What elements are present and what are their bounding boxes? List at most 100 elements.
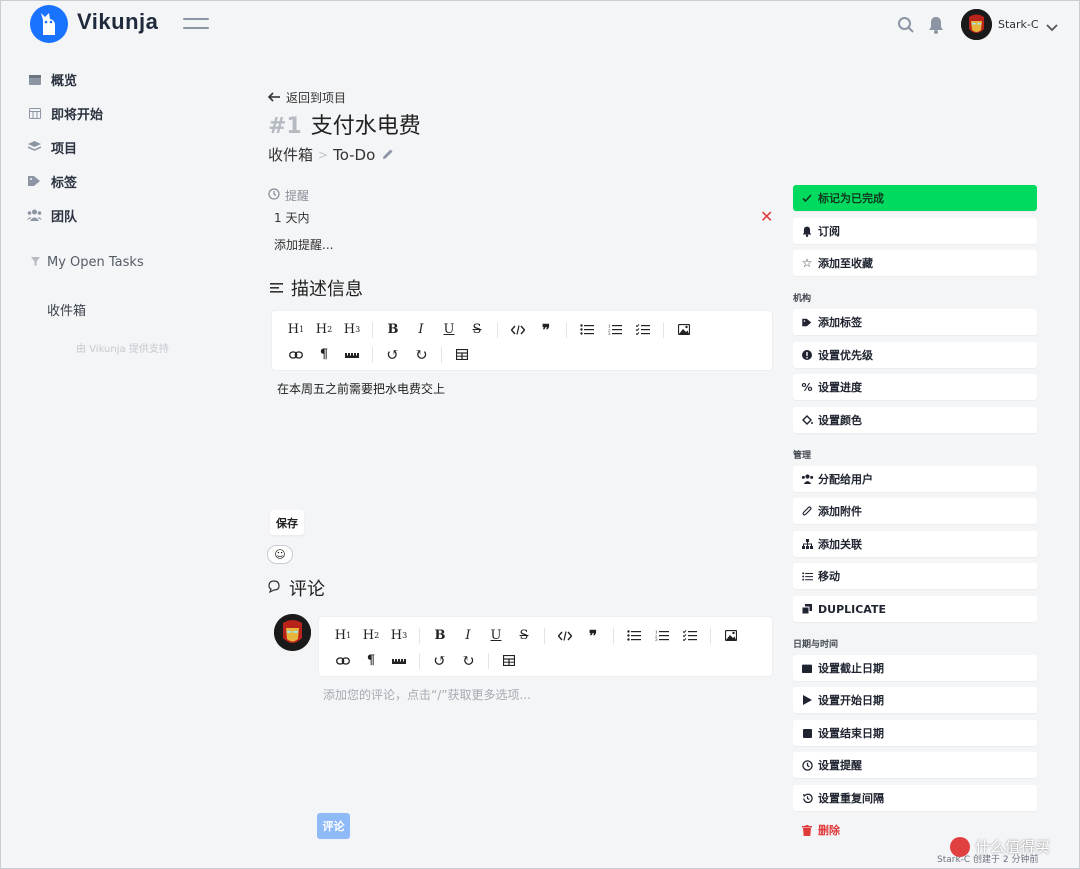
assign-users-button[interactable]: 分配给用户 [793,466,1037,492]
emoji-reaction-icon[interactable]: ☺ [267,545,293,564]
move-button[interactable]: 移动 [793,563,1037,589]
bell-icon[interactable] [928,16,946,34]
task-list-icon[interactable] [676,625,704,647]
breadcrumb-bucket[interactable]: To-Do [333,146,375,164]
set-color-button[interactable]: 设置颜色 [793,407,1037,433]
comment-submit-button[interactable]: 评论 [317,813,350,839]
ruler-icon[interactable] [338,344,366,366]
description-content[interactable]: 在本周五之前需要把水电费交上 [277,380,445,397]
code-icon[interactable] [551,625,579,647]
subscribe-label: 订阅 [818,225,840,238]
add-attachment-button[interactable]: 添加附件 [793,498,1037,524]
strikethrough-button[interactable]: S [463,319,491,341]
comment-input[interactable]: 添加您的评论，点击“/”获取更多选项... [323,686,531,703]
underline-button[interactable]: U [435,319,463,341]
link-icon[interactable] [282,344,310,366]
pencil-icon[interactable] [382,146,394,164]
paragraph-icon[interactable]: ¶ [357,650,385,672]
breadcrumb: 收件箱 > To-Do [268,144,394,165]
heading3-button[interactable]: H3 [338,319,366,341]
app-name[interactable]: Vikunja [77,9,158,35]
search-icon[interactable] [897,16,915,34]
add-reminder-link[interactable]: 添加提醒... [274,236,333,253]
redo-icon[interactable]: ↻ [407,344,435,366]
undo-icon[interactable]: ↺ [426,650,454,672]
set-due-date-button[interactable]: 设置截止日期 [793,655,1037,681]
ordered-list-icon[interactable]: 123 [648,625,676,647]
bullet-list-icon[interactable] [620,625,648,647]
heading2-button[interactable]: H2 [357,625,385,647]
set-start-date-button[interactable]: 设置开始日期 [793,687,1037,713]
subscribe-button[interactable]: 订阅 [793,218,1037,244]
set-progress-label: 设置进度 [818,381,862,394]
task-list-icon[interactable] [629,319,657,341]
breadcrumb-project[interactable]: 收件箱 [268,144,313,165]
image-icon[interactable] [670,319,698,341]
align-left-icon [270,278,284,299]
history-icon [800,791,814,805]
save-button[interactable]: 保存 [270,510,304,535]
strikethrough-button[interactable]: S [510,625,538,647]
sidebar-project-inbox[interactable]: 收件箱 [47,300,86,319]
link-icon[interactable] [329,650,357,672]
reminders-label: 提醒 [285,189,310,203]
menu-toggle-icon[interactable] [183,18,209,36]
image-icon[interactable] [717,625,745,647]
sidebar-item-labels[interactable]: 标签 [27,171,77,191]
saved-filter-label: My Open Tasks [47,255,144,270]
ruler-icon[interactable] [385,650,413,672]
assign-users-label: 分配给用户 [818,473,873,486]
delete-reminder-icon[interactable]: ✕ [760,207,773,226]
table-icon[interactable] [495,650,523,672]
sidebar-item-label: 标签 [51,175,78,191]
set-repeat-button[interactable]: 设置重复间隔 [793,785,1037,811]
italic-button[interactable]: I [454,625,482,647]
sidebar-item-upcoming[interactable]: 即将开始 [27,103,103,123]
toolbar-divider [497,321,498,338]
vikunja-logo-icon[interactable] [30,5,68,43]
duplicate-label: DUPLICATE [818,602,886,616]
underline-button[interactable]: U [482,625,510,647]
mark-done-button[interactable]: 标记为已完成 [793,185,1037,211]
add-favorite-button[interactable]: ☆ 添加至收藏 [793,250,1037,276]
duplicate-button[interactable]: DUPLICATE [793,596,1037,622]
italic-button[interactable]: I [407,319,435,341]
clock-icon [800,758,814,772]
sidebar-item-overview[interactable]: 概览 [27,69,77,89]
reminder-item[interactable]: 1 天内 [274,209,309,226]
user-name[interactable]: Stark-C [998,18,1039,31]
powered-by[interactable]: 由 Vikunja 提供支持 [76,340,169,355]
set-end-date-button[interactable]: 设置结束日期 [793,720,1037,746]
user-avatar[interactable] [961,9,992,40]
set-progress-button[interactable]: % 设置进度 [793,374,1037,400]
copy-icon [800,602,814,616]
heading1-button[interactable]: H1 [329,625,357,647]
set-reminders-button[interactable]: 设置提醒 [793,752,1037,778]
add-relation-button[interactable]: 添加关联 [793,531,1037,557]
sidebar-item-teams[interactable]: 团队 [27,205,77,225]
comments-heading: 评论 [268,575,325,601]
bold-button[interactable]: B [379,319,407,341]
quote-icon[interactable]: ❞ [532,319,560,341]
ordered-list-icon[interactable]: 123 [601,319,629,341]
add-labels-button[interactable]: 添加标签 [793,309,1037,335]
bullet-list-icon[interactable] [573,319,601,341]
set-priority-button[interactable]: 设置优先级 [793,342,1037,368]
sidebar-saved-filter[interactable]: My Open Tasks [31,255,144,270]
back-to-project-link[interactable]: 返回到项目 [267,89,346,106]
code-icon[interactable] [504,319,532,341]
heading1-button[interactable]: H1 [282,319,310,341]
redo-icon[interactable]: ↻ [454,650,482,672]
sidebar-item-projects[interactable]: 项目 [27,137,77,157]
undo-icon[interactable]: ↺ [379,344,407,366]
bold-button[interactable]: B [426,625,454,647]
table-icon[interactable] [448,344,476,366]
heading3-button[interactable]: H3 [385,625,413,647]
check-double-icon [800,191,814,205]
quote-icon[interactable]: ❞ [579,625,607,647]
chevron-down-icon[interactable] [1046,18,1058,37]
sidebar-item-label: 概览 [51,73,78,89]
task-title[interactable]: 支付水电费 [311,108,421,140]
paragraph-icon[interactable]: ¶ [310,344,338,366]
heading2-button[interactable]: H2 [310,319,338,341]
